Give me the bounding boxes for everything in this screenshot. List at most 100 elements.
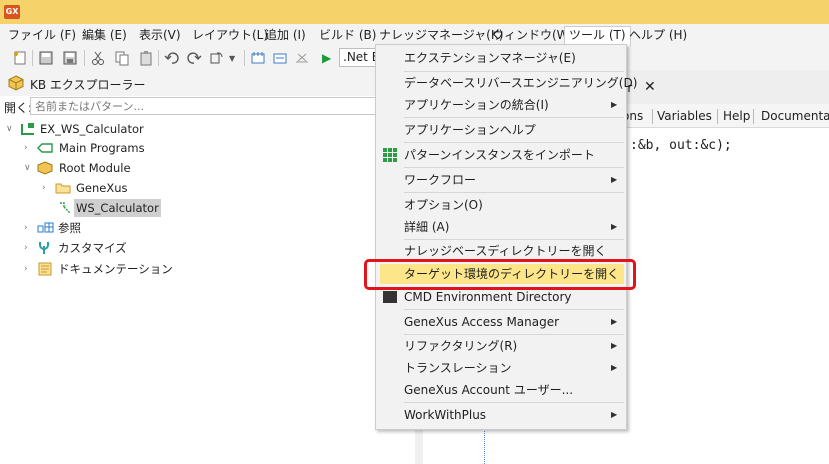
- toolbar-separator: [158, 50, 159, 66]
- chevron-right-icon[interactable]: ›: [24, 219, 28, 237]
- chevron-down-icon[interactable]: ▼: [229, 54, 235, 63]
- menu-item-account-user[interactable]: GeneXus Account ユーザー...: [404, 380, 573, 400]
- subtab-separator: [717, 109, 718, 124]
- menu-separator: [404, 142, 624, 143]
- menu-item-workflow[interactable]: ワークフロー: [404, 170, 476, 190]
- copy-icon[interactable]: [114, 50, 130, 66]
- menu-item-access-manager[interactable]: GeneXus Access Manager: [404, 312, 559, 332]
- paste-icon[interactable]: [138, 50, 154, 66]
- new-object-icon[interactable]: [12, 50, 28, 66]
- subtab-help[interactable]: Help: [723, 109, 750, 123]
- rebuild-icon[interactable]: [272, 50, 288, 66]
- close-icon[interactable]: ✕: [644, 79, 656, 95]
- kb-root-icon: [21, 123, 34, 135]
- menu-help[interactable]: ヘルプ (H): [625, 27, 691, 44]
- run-icon[interactable]: ▶: [322, 51, 331, 65]
- menu-insert[interactable]: 追加 (I): [261, 27, 310, 44]
- kb-explorer-title: KB エクスプローラー: [30, 78, 146, 92]
- menu-separator: [404, 117, 624, 118]
- subtab-variables[interactable]: Variables: [657, 109, 712, 123]
- submenu-arrow-icon: ▶: [611, 175, 618, 184]
- chevron-right-icon[interactable]: ›: [24, 260, 28, 278]
- subtab-separator: [753, 109, 754, 124]
- platform-combo[interactable]: .Net E: [339, 48, 379, 67]
- documentation-label: ドキュメンテーション: [58, 262, 173, 276]
- menu-view[interactable]: 表示(V): [135, 27, 185, 44]
- menu-item-options[interactable]: オプション(O): [404, 195, 483, 215]
- submenu-arrow-icon: ▶: [611, 410, 618, 419]
- save-icon[interactable]: [38, 50, 54, 66]
- cmd-terminal-icon: [383, 291, 397, 303]
- menu-item-reverse-engineering[interactable]: データベースリバースエンジニアリング(D): [404, 73, 637, 93]
- menu-item-application-help[interactable]: アプリケーションヘルプ: [404, 120, 536, 140]
- genexus-logo: GX: [4, 5, 20, 19]
- title-bar: GX: [0, 0, 829, 24]
- kb-cube-icon: [8, 75, 24, 91]
- procedure-icon: [60, 202, 71, 214]
- submenu-arrow-icon: ▶: [611, 341, 618, 350]
- build-icon[interactable]: [250, 50, 266, 66]
- toolbar-separator: [32, 50, 33, 66]
- submenu-arrow-icon: ▶: [611, 363, 618, 372]
- root-module-label: Root Module: [59, 161, 131, 175]
- menu-item-import-pattern-instances[interactable]: パターンインスタンスをインポート: [404, 145, 595, 165]
- chevron-right-icon[interactable]: ›: [24, 239, 28, 257]
- menu-separator: [404, 192, 624, 193]
- ws-calculator-label: WS_Calculator: [74, 199, 161, 217]
- wrench-icon: [39, 242, 49, 254]
- menu-separator: [404, 71, 624, 72]
- kb-root-label: EX_WS_Calculator: [40, 122, 144, 136]
- toolbar-separator: [84, 50, 85, 66]
- pattern-grid-icon: [383, 148, 397, 162]
- undo-icon[interactable]: [164, 50, 180, 66]
- open-label: 開く:: [4, 101, 33, 115]
- main-programs-label: Main Programs: [59, 141, 145, 155]
- menu-build[interactable]: ビルド (B): [315, 27, 380, 44]
- submenu-arrow-icon: ▶: [611, 317, 618, 326]
- chevron-right-icon[interactable]: ›: [24, 139, 28, 157]
- menu-item-extension-manager[interactable]: エクステンションマネージャ(E): [404, 48, 576, 68]
- code-line[interactable]: :&b, out:&c);: [630, 138, 732, 153]
- menu-edit[interactable]: 編集 (E): [78, 27, 131, 44]
- menu-item-application-integration[interactable]: アプリケーションの統合(I): [404, 95, 549, 115]
- chevron-down-icon[interactable]: ∨: [6, 120, 13, 138]
- cancel-build-icon[interactable]: [294, 50, 310, 66]
- kb-explorer-header: KB エクスプローラー: [0, 70, 376, 96]
- save-all-icon[interactable]: [62, 50, 78, 66]
- menu-separator: [404, 334, 624, 335]
- menu-icon-strip: [376, 45, 402, 429]
- search-input[interactable]: [30, 97, 376, 115]
- menu-bar: ファイル (F) 編集 (E) 表示(V) レイアウト(L) 追加 (I) ビル…: [0, 24, 829, 46]
- menu-item-refactoring[interactable]: リファクタリング(R): [404, 336, 517, 356]
- genexus-label: GeneXus: [76, 181, 128, 195]
- submenu-arrow-icon: ▶: [611, 222, 618, 231]
- menu-separator: [404, 309, 624, 310]
- menu-item-translation[interactable]: トランスレーション: [404, 358, 512, 378]
- menu-separator: [404, 239, 624, 240]
- references-label: 参照: [58, 221, 81, 235]
- redo-icon[interactable]: [186, 50, 202, 66]
- menu-separator: [404, 167, 624, 168]
- subtab-separator: [652, 109, 653, 124]
- menu-item-workwithplus[interactable]: WorkWithPlus: [404, 405, 486, 425]
- folder-icon: [55, 183, 71, 194]
- submenu-arrow-icon: ▶: [611, 100, 618, 109]
- subtab-documentation[interactable]: Documenta: [761, 109, 829, 123]
- menu-separator: [404, 402, 624, 403]
- menu-item-open-kb-directory[interactable]: ナレッジベースディレクトリーを開く: [404, 241, 607, 261]
- menu-tools[interactable]: ツール (T): [564, 26, 631, 46]
- menu-item-cmd-environment-directory[interactable]: CMD Environment Directory: [404, 287, 572, 307]
- menu-item-advanced[interactable]: 詳細 (A): [404, 217, 449, 237]
- chevron-down-icon[interactable]: ∨: [24, 159, 31, 177]
- main-programs-icon: [37, 143, 53, 153]
- menu-file[interactable]: ファイル (F): [4, 27, 80, 44]
- toolbar-separator: [244, 50, 245, 66]
- cut-icon[interactable]: [90, 50, 106, 66]
- refresh-icon[interactable]: [208, 50, 224, 66]
- indent-guide: [484, 428, 485, 464]
- chevron-right-icon[interactable]: ›: [42, 179, 46, 197]
- document-icon: [38, 262, 52, 276]
- highlight-annotation: [364, 259, 636, 290]
- references-icon: [37, 222, 54, 233]
- menu-layout[interactable]: レイアウト(L): [188, 27, 272, 44]
